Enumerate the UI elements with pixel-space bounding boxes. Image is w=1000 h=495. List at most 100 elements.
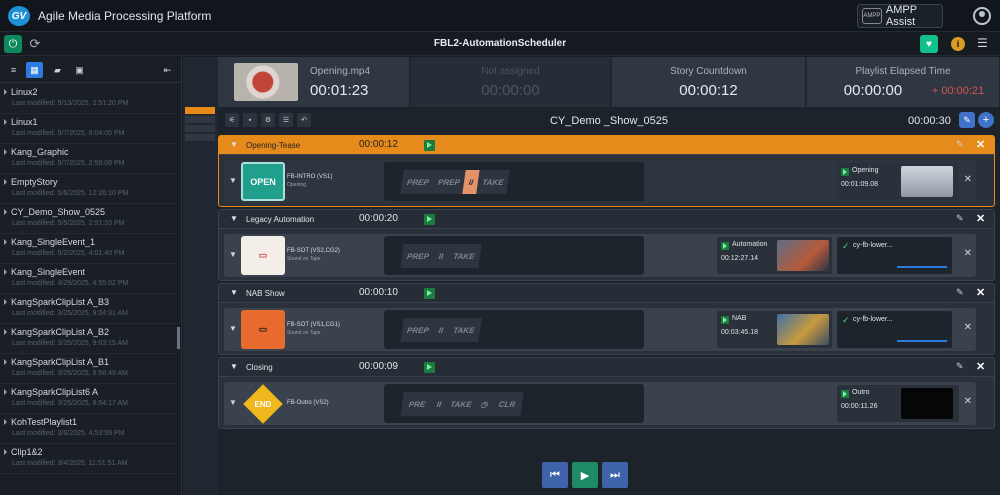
clear-button[interactable]: CLR <box>490 392 524 416</box>
prep-button[interactable]: PREP <box>400 170 436 194</box>
segment-opening-tease[interactable]: ▼ Opening-Tease 00:00:12 ✎ ✕ ▼ OPEN FB-I… <box>218 135 995 207</box>
story-view-icon[interactable]: ▦ <box>26 62 43 78</box>
chevron-down-icon[interactable]: ▼ <box>229 324 237 333</box>
story-modified: Last modified: 3/25/2025, 9:03:15 AM <box>12 340 128 347</box>
pencil-icon[interactable]: ✎ <box>956 361 964 372</box>
output-name: NAB <box>732 315 747 322</box>
list-view-icon[interactable]: ≡ <box>5 62 22 78</box>
skip-forward-icon[interactable]: ⏭ <box>602 462 628 488</box>
app-header: GV Agile Media Processing Platform AMPP … <box>0 0 1000 32</box>
play-icon[interactable] <box>424 362 435 373</box>
story-item[interactable]: Kang_SingleEvent_1 Last modified: 5/2/202… <box>0 234 176 264</box>
collapse-sidebar-icon[interactable]: ⇤ <box>159 62 176 78</box>
graphics-name: cy-fb-lower... <box>853 316 893 323</box>
user-icon[interactable] <box>973 7 991 25</box>
take-button[interactable]: TAKE <box>446 244 482 268</box>
story-modified: Last modified: 5/5/2025, 2:51:33 PM <box>12 220 125 227</box>
story-item[interactable]: KohTestPlaylist1 Last modified: 3/6/2025,… <box>0 414 176 444</box>
sidebar-scrollbar[interactable] <box>177 327 180 349</box>
play-icon[interactable] <box>424 214 435 225</box>
prep-button[interactable]: PRE <box>400 392 434 416</box>
close-icon[interactable]: ✕ <box>964 322 972 333</box>
story-item[interactable]: Kang_SingleEvent Last modified: 4/29/2025… <box>0 264 176 294</box>
story-item[interactable]: KangSparkClipList A_B2 Last modified: 3/2… <box>0 324 176 354</box>
close-icon[interactable]: ✕ <box>964 174 972 185</box>
prep-button[interactable]: PREP <box>400 318 436 342</box>
pencil-icon[interactable]: ✎ <box>956 139 964 150</box>
segment-legacy-automation[interactable]: ▼ Legacy Automation 00:00:20 ✎ ✕ ▼ ▭ FB-… <box>218 209 995 281</box>
folder-icon[interactable]: ▰ <box>49 62 66 78</box>
pencil-icon[interactable]: ✎ <box>956 213 964 224</box>
show-name: CY_Demo _Show_0525 <box>549 115 669 127</box>
chevron-down-icon[interactable]: ▼ <box>230 214 238 223</box>
play-icon[interactable] <box>424 140 435 151</box>
story-item[interactable]: Clip1&2 Last modified: 3/4/2025, 11:51:51… <box>0 444 176 474</box>
track-list <box>185 107 215 143</box>
event-row[interactable]: ▼ ▭ FB-SOT (VS1,CG1) Sound on Tape PREP … <box>224 308 976 351</box>
segment-header: ▼ Legacy Automation 00:00:20 ✎ ✕ <box>219 210 994 229</box>
story-item[interactable]: KangSparkClipList A_B3 Last modified: 3/2… <box>0 294 176 324</box>
segment-nab-show[interactable]: ▼ NAB Show 00:00:10 ✎ ✕ ▼ ▭ FB-SOT (VS1,… <box>218 283 995 355</box>
check-icon: ✓ <box>842 241 850 251</box>
chevron-down-icon[interactable]: ▼ <box>229 250 237 259</box>
close-icon[interactable]: ✕ <box>976 360 985 373</box>
open-sign-icon: OPEN <box>241 162 285 201</box>
close-icon[interactable]: ✕ <box>964 396 972 407</box>
close-icon[interactable]: ✕ <box>964 248 972 259</box>
skip-back-icon[interactable]: ⏮ <box>542 462 568 488</box>
play-icon[interactable] <box>841 168 849 176</box>
story-item[interactable]: KangSparkClipList6 A Last modified: 3/25/… <box>0 384 176 414</box>
chevron-down-icon[interactable]: ▼ <box>230 288 238 297</box>
track-item[interactable] <box>185 125 215 132</box>
track-item[interactable] <box>185 116 215 123</box>
opening-clip-label: Opening.mp4 <box>310 66 371 77</box>
story-modified: Last modified: 5/7/2025, 6:04:05 PM <box>12 130 125 137</box>
prep-button[interactable]: PREP <box>432 170 466 194</box>
menu-icon[interactable]: ☰ <box>977 36 988 50</box>
close-icon[interactable]: ✕ <box>976 138 985 151</box>
clip-icon[interactable]: ▣ <box>71 62 88 78</box>
graphics-progress <box>897 266 947 268</box>
story-countdown-panel: Story Countdown 00:00:12 <box>612 57 806 107</box>
event-subtitle: Opening <box>287 182 306 188</box>
play-icon[interactable] <box>721 242 729 250</box>
not-assigned-time: 00:00:00 <box>481 82 540 99</box>
graphics-item[interactable]: ✓ cy-fb-lower... <box>837 237 952 274</box>
pencil-icon[interactable]: ✎ <box>956 287 964 298</box>
close-icon[interactable]: ✕ <box>976 212 985 225</box>
story-item[interactable]: CY_Demo_Show_0525 Last modified: 5/5/2025… <box>0 204 176 234</box>
add-segment-button[interactable]: + <box>978 112 994 128</box>
graphics-progress <box>897 340 947 342</box>
play-button-icon[interactable]: ▶ <box>572 462 598 488</box>
chevron-down-icon[interactable]: ▼ <box>229 398 237 407</box>
edit-show-button[interactable]: ✎ <box>959 112 975 128</box>
story-name: Kang_Graphic <box>4 147 176 157</box>
story-item[interactable]: Kang_Graphic Last modified: 5/7/2025, 2:5… <box>0 144 176 174</box>
chevron-down-icon[interactable]: ▼ <box>230 362 238 371</box>
event-row[interactable]: ▼ ▭ FB-SOT (VS2,CG2) Sound on Tape PREP … <box>224 234 976 277</box>
graphics-item[interactable]: ✓ cy-fb-lower... <box>837 311 952 348</box>
track-item[interactable] <box>185 107 215 114</box>
track-item[interactable] <box>185 134 215 141</box>
event-row[interactable]: ▼ OPEN FB-INTRO (VS1) Opening PREP PREP … <box>224 160 976 203</box>
story-item[interactable]: KangSparkClipList A_B1 Last modified: 3/2… <box>0 354 176 384</box>
play-icon[interactable] <box>721 316 729 324</box>
chevron-down-icon[interactable]: ▼ <box>230 140 238 149</box>
prep-button[interactable]: PREP <box>400 244 436 268</box>
take-button[interactable]: TAKE <box>444 392 478 416</box>
segment-closing[interactable]: ▼ Closing 00:00:09 ✎ ✕ ▼ END FB-Outro (V… <box>218 357 995 429</box>
story-item[interactable]: Linux1 Last modified: 5/7/2025, 6:04:05 P… <box>0 114 176 144</box>
story-item[interactable]: EmptyStory Last modified: 5/6/2025, 12:26… <box>0 174 176 204</box>
ampp-assist-button[interactable]: AMPP AMPP Assist <box>857 4 943 28</box>
take-button[interactable]: TAKE <box>446 318 482 342</box>
story-item[interactable]: Linux2 Last modified: 5/13/2025, 2:51:20 … <box>0 84 176 114</box>
event-row[interactable]: ▼ END FB-Outro (VS2) PRE II TAKE ◷ CLR O… <box>224 382 976 425</box>
take-button[interactable]: TAKE <box>476 170 510 194</box>
play-icon[interactable] <box>424 288 435 299</box>
segment-name: NAB Show <box>246 289 285 298</box>
health-icon[interactable]: ♥ <box>920 35 938 53</box>
info-icon[interactable]: i <box>951 37 965 51</box>
chevron-down-icon[interactable]: ▼ <box>229 176 237 185</box>
close-icon[interactable]: ✕ <box>976 286 985 299</box>
play-icon[interactable] <box>841 390 849 398</box>
